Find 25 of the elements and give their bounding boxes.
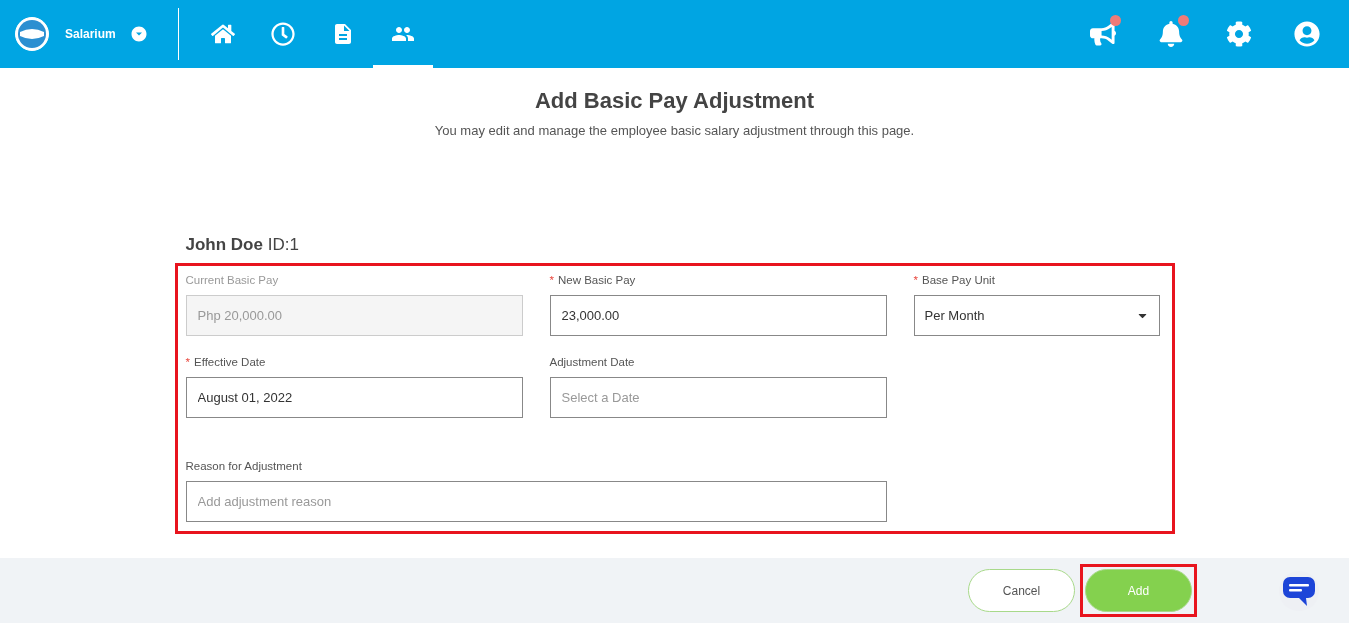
employee-name: John Doe ID:1 [185,235,300,255]
dropdown-icon[interactable] [129,25,148,43]
input-field[interactable]: 23,000.00 [549,295,887,336]
clock-icon [270,22,295,46]
field-label: * Base Pay Unit [913,274,996,288]
field-label: Reason for Adjustment [185,460,303,474]
select-field[interactable]: Per Month [913,295,1160,336]
page-title: Add Basic Pay Adjustment [534,88,815,114]
home-icon [210,22,235,46]
settings-icon[interactable] [1226,21,1252,47]
field-label: * New Basic Pay [549,274,637,288]
bell-icon[interactable] [1158,21,1184,47]
input-field[interactable]: Select a Date [549,377,887,418]
input-field[interactable]: Add adjustment reason [185,481,887,522]
field-label: * Effective Date [185,356,267,370]
megaphone-icon[interactable] [1090,21,1116,47]
field-label: Current Basic Pay [185,274,280,288]
input-field[interactable]: August 01, 2022 [185,377,523,418]
chat-icon [1282,574,1316,607]
field-label: Adjustment Date [549,356,636,370]
cancel-button[interactable]: Cancel [968,569,1075,612]
brand-name: Salarium [65,27,116,41]
page-subtitle: You may edit and manage the employee basic salary adjustment through this page. [434,123,915,138]
logo-icon [14,16,50,52]
user-icon[interactable] [1294,21,1320,47]
